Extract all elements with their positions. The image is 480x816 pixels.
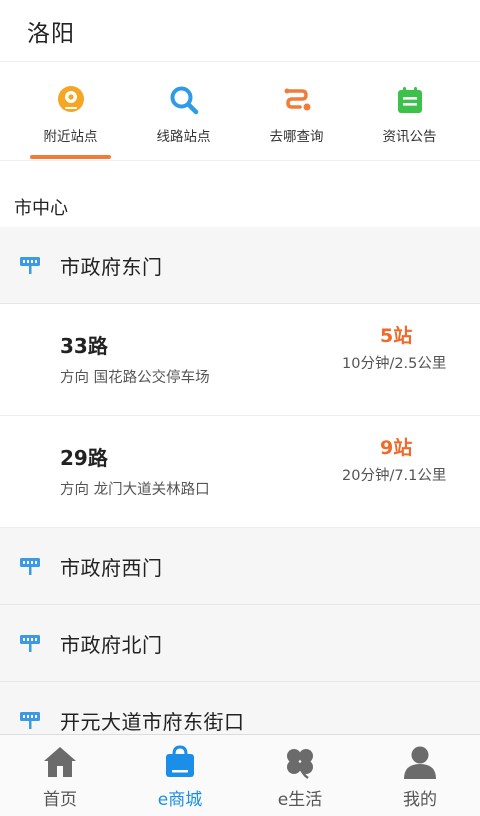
active-tab-indicator: [30, 155, 111, 159]
tab-label-e-life: e生活: [277, 790, 323, 810]
area-label: 市中心: [14, 198, 68, 219]
route-name: 29路: [60, 446, 108, 470]
home-icon: [44, 747, 76, 777]
tab-home[interactable]: 首页: [0, 735, 120, 816]
shopping-bag-icon: [166, 745, 194, 777]
page: 洛阳 附近站点 线路站点 去哪查询 资讯公告 市中心 市政府东门 33路 方向 …: [0, 0, 480, 816]
category-nav: 附近站点 线路站点 去哪查询 资讯公告: [0, 62, 480, 161]
station-row[interactable]: 市政府东门: [0, 227, 480, 304]
bus-stop-sign-icon: [20, 558, 40, 575]
route-row[interactable]: 33路 方向 国花路公交停车场 5站 10分钟/2.5公里: [0, 304, 480, 416]
route-eta: 20分钟/7.1公里: [342, 468, 447, 484]
nav-item-news-notices[interactable]: 资讯公告: [353, 62, 466, 160]
bus-stop-sign-icon: [20, 712, 40, 729]
route-name: 33路: [60, 334, 108, 358]
notice-icon: [397, 87, 422, 113]
tab-label-home: 首页: [43, 790, 77, 810]
nav-label-routes: 线路站点: [156, 129, 211, 145]
tab-mine[interactable]: 我的: [360, 735, 480, 816]
bus-stop-sign-icon: [20, 635, 40, 652]
station-name: 市政府北门: [60, 632, 163, 657]
route-row[interactable]: 29路 方向 龙门大道关林路口 9站 20分钟/7.1公里: [0, 416, 480, 528]
station-row[interactable]: 市政府西门: [0, 528, 480, 605]
route-stops-away: 5站: [380, 325, 413, 347]
route-direction: 方向 国花路公交停车场: [60, 370, 210, 386]
route-direction: 方向 龙门大道关林路口: [60, 482, 210, 498]
station-name: 开元大道市府东街口: [60, 709, 245, 734]
city-selector[interactable]: 洛阳: [27, 14, 75, 48]
route-stops-away: 9站: [380, 437, 413, 459]
route-eta: 10分钟/2.5公里: [342, 356, 447, 372]
nav-label-destination: 去哪查询: [269, 129, 324, 145]
nav-item-route-stations[interactable]: 线路站点: [127, 62, 240, 160]
search-icon: [170, 86, 198, 115]
nav-item-destination-query[interactable]: 去哪查询: [240, 62, 353, 160]
user-icon: [404, 746, 436, 779]
tab-label-mine: 我的: [403, 790, 437, 810]
station-name: 市政府西门: [60, 555, 163, 580]
tab-e-life[interactable]: e生活: [240, 735, 360, 816]
bus-stop-sign-icon: [20, 257, 40, 274]
route-icon: [284, 88, 310, 111]
location-pin-icon: [57, 86, 84, 112]
nav-item-nearby-stations[interactable]: 附近站点: [14, 62, 127, 160]
nav-label-news: 资讯公告: [382, 129, 437, 145]
clover-icon: [287, 749, 313, 780]
bottom-tab-bar: 首页 e商城 e生活 我的: [0, 734, 480, 816]
nav-label-nearby: 附近站点: [43, 129, 98, 145]
tab-e-mall[interactable]: e商城: [120, 735, 240, 816]
station-name: 市政府东门: [60, 254, 163, 279]
station-row[interactable]: 市政府北门: [0, 605, 480, 682]
header: 洛阳: [0, 0, 480, 62]
tab-label-e-mall: e商城: [157, 790, 203, 810]
